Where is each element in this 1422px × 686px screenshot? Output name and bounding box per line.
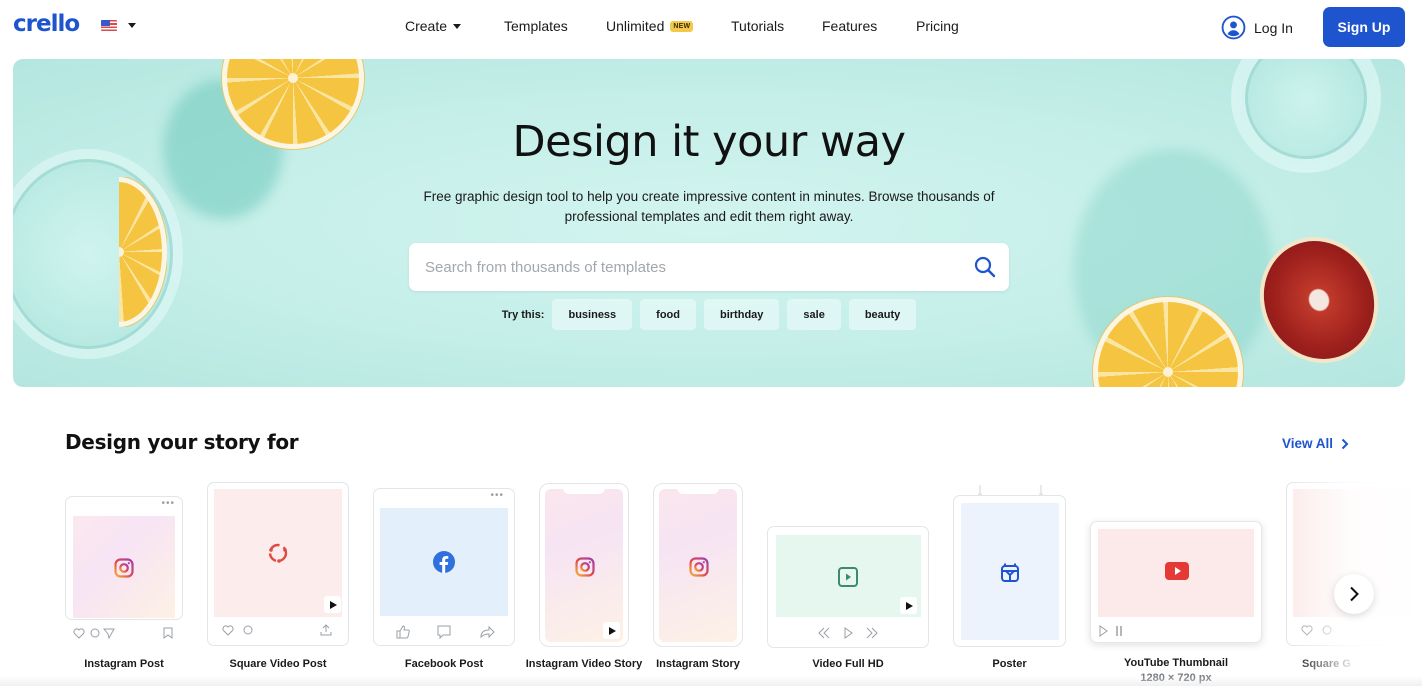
top-navigation: crello Create Templates Unlimited NEW Tu… — [0, 0, 1422, 56]
menu-item-features[interactable]: Features — [822, 18, 877, 34]
play-icon — [324, 596, 341, 613]
menu-item-pricing[interactable]: Pricing — [916, 18, 959, 34]
card-frame — [767, 526, 929, 648]
more-icon: ••• — [490, 490, 504, 501]
menu-item-create[interactable]: Create — [405, 18, 462, 34]
phone-notch — [563, 488, 605, 494]
section-title: Design your story for — [65, 430, 299, 454]
like-comment-share-icons — [222, 624, 332, 636]
login-link[interactable]: Log In — [1221, 15, 1293, 40]
hero-subtitle: Free graphic design tool to help you cre… — [423, 189, 995, 224]
user-icon — [1221, 15, 1246, 40]
chevron-right-icon — [1350, 586, 1359, 602]
format-card-facebook-post[interactable]: ••• Facebook Post — [373, 488, 515, 676]
like-comment-share-icons — [396, 625, 495, 640]
menu-item-templates[interactable]: Templates — [504, 18, 568, 34]
card-frame — [1286, 482, 1422, 646]
menu-item-tutorials[interactable]: Tutorials — [731, 18, 784, 34]
suggestion-chip-food[interactable]: food — [640, 299, 696, 330]
chevron-right-icon — [1341, 438, 1349, 449]
template-search-box — [409, 243, 1009, 291]
menu-item-unlimited[interactable]: Unlimited NEW — [606, 18, 694, 34]
card-frame — [653, 483, 743, 647]
new-badge: NEW — [670, 20, 694, 32]
instagram-icon — [575, 557, 595, 577]
menu-item-label: Unlimited — [606, 18, 665, 34]
view-all-link[interactable]: View All — [1282, 436, 1349, 451]
format-card-video-full-hd[interactable]: Video Full HD — [767, 526, 929, 676]
like-comment-icons — [1301, 625, 1332, 636]
card-label: Square G — [1302, 658, 1351, 670]
card-frame — [1090, 521, 1262, 643]
suggestion-chip-sale[interactable]: sale — [787, 299, 841, 330]
card-label: Instagram Post — [84, 658, 164, 670]
format-card-instagram-video-story[interactable]: Instagram Video Story — [526, 483, 642, 686]
card-label: YouTube Thumbnail — [1123, 657, 1229, 669]
try-this-label: Try this: — [501, 308, 545, 321]
card-label: Instagram Story — [656, 658, 740, 670]
suggestion-chip-business[interactable]: business — [552, 299, 633, 330]
main-menu: Create Templates Unlimited NEW Tutorials… — [0, 18, 1422, 38]
instagram-icon — [114, 558, 134, 578]
hero-title: Design it your way — [512, 117, 906, 167]
template-search-input[interactable] — [409, 258, 961, 276]
format-card-youtube-thumbnail[interactable]: YouTube Thumbnail 1280 × 720 px — [1090, 521, 1262, 686]
card-label: Square Video Post — [229, 658, 327, 670]
play-icon — [603, 622, 620, 639]
more-icon: ••• — [161, 498, 175, 509]
like-comment-share-icons — [73, 627, 173, 640]
suggestion-chip-beauty[interactable]: beauty — [848, 299, 917, 330]
format-card-square-video-post[interactable]: Square Video Post — [207, 482, 349, 676]
menu-item-label: Features — [822, 18, 878, 34]
format-card-instagram-post[interactable]: ••• Instagram Post — [65, 496, 183, 676]
card-frame — [539, 483, 629, 647]
login-label: Log In — [1254, 19, 1293, 36]
menu-item-label: Create — [405, 18, 448, 34]
chevron-down-icon — [453, 23, 462, 29]
phone-notch — [677, 488, 719, 494]
play-pause-icons — [1099, 625, 1122, 637]
poster-icon — [1001, 563, 1019, 582]
youtube-icon — [1165, 562, 1189, 580]
search-button[interactable] — [961, 243, 1009, 291]
menu-item-label: Templates — [504, 18, 568, 34]
card-frame — [953, 495, 1066, 647]
format-card-poster[interactable]: Poster — [953, 485, 1066, 676]
sign-up-button[interactable]: Sign Up — [1323, 7, 1405, 47]
card-label: Poster — [992, 658, 1027, 670]
hero-banner: Design it your way Free graphic design t… — [13, 59, 1405, 387]
search-suggestions: Try this: business food birthday sale be… — [13, 299, 1405, 330]
card-frame — [207, 482, 349, 646]
view-all-label: View All — [1282, 436, 1334, 451]
instagram-icon — [689, 557, 709, 577]
menu-item-label: Pricing — [916, 18, 959, 34]
search-icon — [974, 256, 996, 278]
card-frame: ••• — [65, 496, 183, 620]
suggestion-chip-birthday[interactable]: birthday — [704, 299, 780, 330]
carousel-next-button[interactable] — [1334, 574, 1374, 614]
format-card-instagram-story[interactable]: Instagram Story — [653, 483, 743, 676]
video-play-icon — [838, 567, 858, 587]
card-label: Facebook Post — [404, 658, 484, 670]
play-icon — [900, 597, 917, 614]
playback-controls-icons — [818, 627, 878, 639]
page-bottom-fade — [0, 676, 1422, 686]
menu-item-label: Tutorials — [731, 18, 785, 34]
card-frame: ••• — [373, 488, 515, 646]
facebook-icon — [433, 551, 455, 573]
card-label: Video Full HD — [812, 658, 884, 670]
loop-icon — [268, 543, 288, 563]
